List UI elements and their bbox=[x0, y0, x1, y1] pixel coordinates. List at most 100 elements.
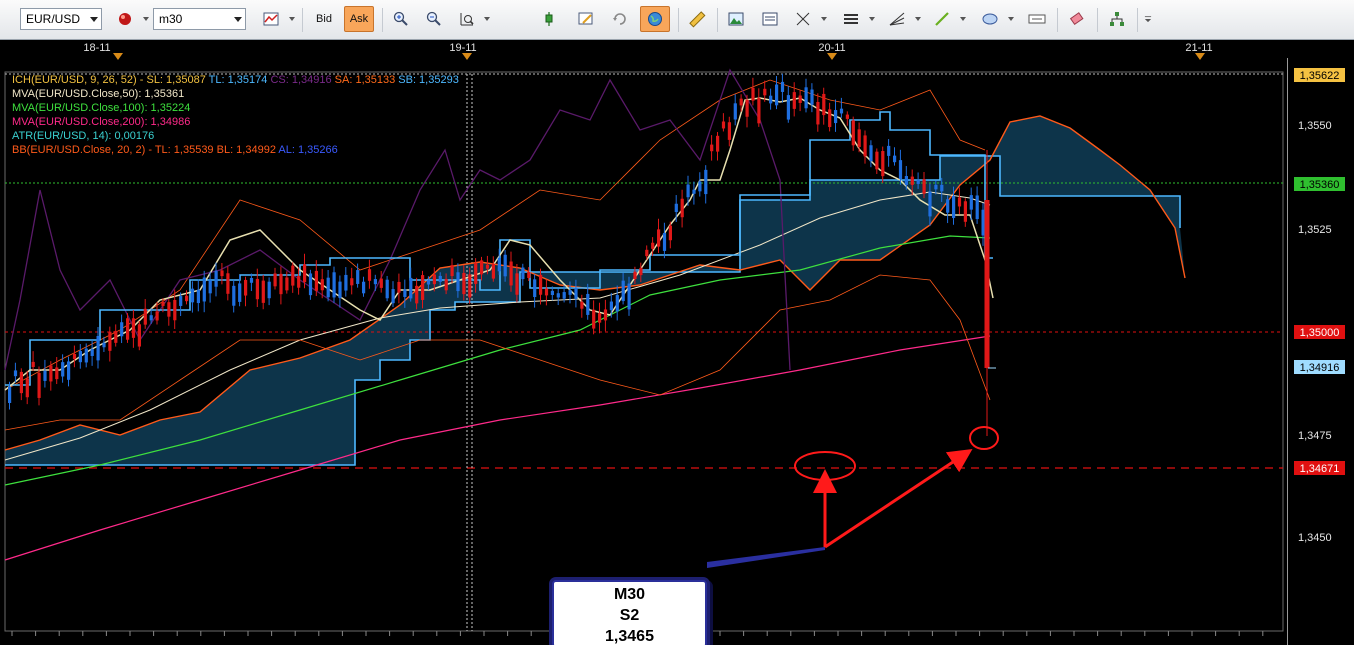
candle-body bbox=[131, 318, 136, 338]
legend-entry: AL: 1,35266 bbox=[275, 144, 338, 156]
horizontal-lines-button[interactable] bbox=[838, 6, 864, 32]
candle-body bbox=[940, 184, 944, 192]
candle-body bbox=[751, 87, 755, 101]
crosshair-button[interactable] bbox=[790, 6, 816, 32]
ruler-button[interactable] bbox=[684, 6, 710, 32]
chart-scale-button[interactable] bbox=[454, 6, 480, 32]
indicator-button[interactable] bbox=[536, 6, 562, 32]
indicator-icon bbox=[545, 12, 553, 26]
chart-area[interactable]: 18-11 19-11 20-11 21-11 ICH(EUR/USD, 9, … bbox=[0, 40, 1354, 645]
candle-body bbox=[149, 315, 153, 321]
bid-button[interactable]: Bid bbox=[311, 6, 337, 32]
candle-body bbox=[515, 273, 519, 295]
candle-body bbox=[67, 361, 71, 380]
text-label-icon bbox=[1028, 14, 1046, 24]
candle-body bbox=[786, 95, 790, 120]
candle-body bbox=[910, 176, 914, 185]
candle-body bbox=[609, 301, 613, 311]
template-button[interactable] bbox=[757, 6, 783, 32]
zoom-out-button[interactable] bbox=[421, 6, 447, 32]
candle-body bbox=[432, 274, 436, 285]
legend-entry: SA: 1,35133 bbox=[331, 74, 396, 86]
price-tick: 1,3525 bbox=[1298, 224, 1332, 236]
chevron-down-icon[interactable] bbox=[1008, 17, 1014, 21]
candle-body bbox=[975, 195, 979, 220]
candle-body bbox=[716, 135, 720, 152]
edit-chart-button[interactable] bbox=[573, 6, 599, 32]
candle-body bbox=[674, 203, 678, 213]
candle-body bbox=[185, 295, 189, 302]
candle-body bbox=[969, 195, 973, 210]
candle-body bbox=[450, 265, 454, 277]
annotation-timeframe: M30 bbox=[613, 586, 646, 603]
eraser-button[interactable] bbox=[1064, 6, 1090, 32]
candle-body bbox=[898, 160, 903, 180]
candle-body bbox=[633, 271, 637, 280]
eraser-icon bbox=[1069, 12, 1084, 26]
fan-button[interactable] bbox=[884, 6, 910, 32]
ball-icon bbox=[119, 13, 131, 25]
callout-pointer bbox=[707, 547, 825, 568]
candle-body bbox=[409, 277, 413, 299]
trendline-button[interactable] bbox=[929, 6, 955, 32]
chevron-down-icon bbox=[234, 17, 242, 22]
candle-body bbox=[845, 114, 849, 119]
price-tag-ma50: 1,35360 bbox=[1293, 176, 1346, 192]
candle-body bbox=[279, 273, 283, 295]
ruler-icon bbox=[689, 11, 706, 28]
candle-body bbox=[574, 288, 578, 299]
candle-body bbox=[84, 348, 88, 363]
text-label-button[interactable] bbox=[1024, 6, 1050, 32]
candle-body bbox=[710, 144, 714, 152]
candle-body bbox=[822, 93, 826, 116]
candle-body bbox=[651, 242, 655, 249]
candle-body bbox=[344, 274, 348, 291]
toolbar-separator bbox=[382, 8, 383, 32]
chevron-down-icon[interactable] bbox=[821, 17, 827, 21]
legend-row: ICH(EUR/USD, 9, 26, 52) - SL: 1,35087 TL… bbox=[12, 73, 459, 87]
candle-body bbox=[8, 386, 12, 403]
symbol-select[interactable]: EUR/USD bbox=[20, 8, 102, 30]
chevron-down-icon[interactable] bbox=[869, 17, 875, 21]
hierarchy-button[interactable] bbox=[1104, 6, 1130, 32]
globe-icon bbox=[648, 12, 662, 26]
candle-body bbox=[291, 265, 295, 286]
indicator-legend: ICH(EUR/USD, 9, 26, 52) - SL: 1,35087 TL… bbox=[12, 73, 459, 157]
ask-button[interactable]: Ask bbox=[344, 6, 374, 32]
candle-body bbox=[662, 233, 667, 251]
support-annotation-box: M30 S2 1,3465 bbox=[552, 580, 707, 645]
chevron-down-icon[interactable] bbox=[915, 17, 921, 21]
refresh-button[interactable] bbox=[607, 6, 633, 32]
candle-body bbox=[721, 121, 726, 129]
chevron-down-icon[interactable] bbox=[289, 17, 295, 21]
candle-body bbox=[338, 281, 342, 299]
candle-body bbox=[539, 274, 543, 295]
candle-body bbox=[96, 335, 100, 361]
trading-app: EUR/USD m30 Bid Ask 18-11 19-11 20-11 21… bbox=[0, 0, 1354, 645]
legend-entry: ICH(EUR/USD, 9, 26, 52) - SL: 1,35087 bbox=[12, 74, 206, 86]
timeframe-select[interactable]: m30 bbox=[153, 8, 246, 30]
line-chart-button[interactable] bbox=[258, 6, 284, 32]
chevron-down-icon[interactable] bbox=[143, 17, 149, 21]
candle-body bbox=[356, 270, 360, 284]
candle-body bbox=[297, 276, 301, 288]
chevron-down-icon[interactable] bbox=[484, 17, 490, 21]
price-tag-high: 1,35622 bbox=[1293, 67, 1346, 83]
candle-body bbox=[550, 290, 554, 296]
toolbar-overflow-button[interactable] bbox=[1140, 6, 1156, 32]
candle-body bbox=[114, 330, 118, 343]
chart-type-button[interactable] bbox=[112, 6, 138, 32]
image-button[interactable] bbox=[723, 6, 749, 32]
candle-body bbox=[869, 145, 873, 162]
candle-body bbox=[167, 302, 171, 317]
chevron-down-icon[interactable] bbox=[960, 17, 966, 21]
candle-body bbox=[497, 257, 501, 272]
candle-body bbox=[863, 135, 867, 157]
candle-body bbox=[698, 181, 702, 192]
ellipse-button[interactable] bbox=[977, 6, 1003, 32]
candle-body bbox=[562, 292, 566, 299]
candle-body bbox=[627, 283, 631, 310]
zoom-in-button[interactable] bbox=[388, 6, 414, 32]
candle-body bbox=[126, 318, 130, 340]
globe-button[interactable] bbox=[640, 6, 670, 32]
